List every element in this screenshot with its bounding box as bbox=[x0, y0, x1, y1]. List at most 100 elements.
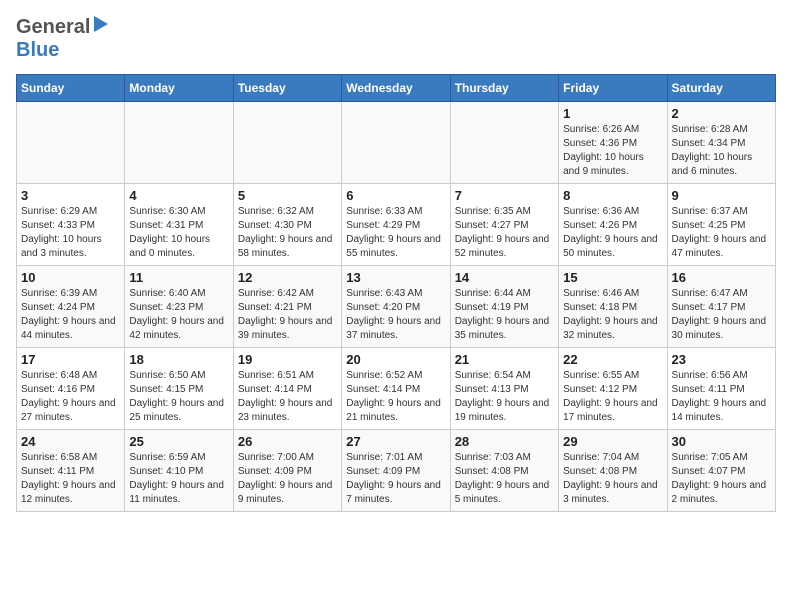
day-number: 17 bbox=[21, 352, 120, 367]
day-number: 24 bbox=[21, 434, 120, 449]
day-number: 12 bbox=[238, 270, 337, 285]
calendar-cell: 5 Sunrise: 6:32 AM Sunset: 4:30 PM Daylig… bbox=[233, 184, 341, 266]
calendar-cell: 15Sunrise: 6:46 AM Sunset: 4:18 PM Dayli… bbox=[559, 266, 667, 348]
day-info: Sunrise: 6:40 AM Sunset: 4:23 PM Dayligh… bbox=[129, 287, 228, 343]
calendar-cell: 4 Sunrise: 6:30 AM Sunset: 4:31 PM Daylig… bbox=[125, 184, 233, 266]
day-number: 26 bbox=[238, 434, 337, 449]
weekday-header-tuesday: Tuesday bbox=[233, 75, 341, 102]
day-number: 13 bbox=[346, 270, 445, 285]
calendar-cell: 29 Sunrise: 7:04 AM Sunset: 4:08 PM Dayli… bbox=[559, 430, 667, 512]
logo-triangle-icon bbox=[92, 16, 110, 34]
weekday-header-friday: Friday bbox=[559, 75, 667, 102]
day-info: Sunrise: 6:42 AM Sunset: 4:21 PM Dayligh… bbox=[238, 287, 337, 343]
day-number: 6 bbox=[346, 188, 445, 203]
day-number: 16 bbox=[672, 270, 771, 285]
calendar-cell: 21 Sunrise: 6:54 AM Sunset: 4:13 PM Dayli… bbox=[450, 348, 558, 430]
day-info: Sunrise: 7:00 AM Sunset: 4:09 PM Dayligh… bbox=[238, 451, 337, 507]
calendar-cell: 2 Sunrise: 6:28 AM Sunset: 4:34 PM Daylig… bbox=[667, 102, 775, 184]
day-number: 27 bbox=[346, 434, 445, 449]
day-number: 22 bbox=[563, 352, 662, 367]
weekday-header-row: SundayMondayTuesdayWednesdayThursdayFrid… bbox=[17, 75, 776, 102]
calendar-cell bbox=[233, 102, 341, 184]
day-info: Sunrise: 6:33 AM Sunset: 4:29 PM Dayligh… bbox=[346, 205, 445, 261]
calendar-week-4: 17Sunrise: 6:48 AM Sunset: 4:16 PM Dayli… bbox=[17, 348, 776, 430]
calendar-cell: 9 Sunrise: 6:37 AM Sunset: 4:25 PM Daylig… bbox=[667, 184, 775, 266]
calendar-cell: 22 Sunrise: 6:55 AM Sunset: 4:12 PM Dayli… bbox=[559, 348, 667, 430]
calendar-cell: 24 Sunrise: 6:58 AM Sunset: 4:11 PM Dayli… bbox=[17, 430, 125, 512]
day-number: 20 bbox=[346, 352, 445, 367]
calendar-cell: 20Sunrise: 6:52 AM Sunset: 4:14 PM Dayli… bbox=[342, 348, 450, 430]
calendar-cell: 27 Sunrise: 7:01 AM Sunset: 4:09 PM Dayli… bbox=[342, 430, 450, 512]
day-number: 23 bbox=[672, 352, 771, 367]
calendar-week-2: 3 Sunrise: 6:29 AM Sunset: 4:33 PM Daylig… bbox=[17, 184, 776, 266]
day-number: 21 bbox=[455, 352, 554, 367]
day-number: 10 bbox=[21, 270, 120, 285]
calendar-cell: 8 Sunrise: 6:36 AM Sunset: 4:26 PM Daylig… bbox=[559, 184, 667, 266]
day-number: 9 bbox=[672, 188, 771, 203]
logo-general: General bbox=[16, 16, 90, 39]
day-info: Sunrise: 7:03 AM Sunset: 4:08 PM Dayligh… bbox=[455, 451, 554, 507]
calendar-cell: 17Sunrise: 6:48 AM Sunset: 4:16 PM Dayli… bbox=[17, 348, 125, 430]
logo: General Blue bbox=[16, 16, 110, 62]
weekday-header-wednesday: Wednesday bbox=[342, 75, 450, 102]
day-info: Sunrise: 6:50 AM Sunset: 4:15 PM Dayligh… bbox=[129, 369, 228, 425]
day-info: Sunrise: 6:44 AM Sunset: 4:19 PM Dayligh… bbox=[455, 287, 554, 343]
weekday-header-saturday: Saturday bbox=[667, 75, 775, 102]
day-number: 18 bbox=[129, 352, 228, 367]
calendar-cell: 16 Sunrise: 6:47 AM Sunset: 4:17 PM Dayli… bbox=[667, 266, 775, 348]
day-info: Sunrise: 6:56 AM Sunset: 4:11 PM Dayligh… bbox=[672, 369, 771, 425]
weekday-header-monday: Monday bbox=[125, 75, 233, 102]
page-header: General Blue bbox=[16, 16, 776, 62]
day-number: 30 bbox=[672, 434, 771, 449]
day-info: Sunrise: 7:04 AM Sunset: 4:08 PM Dayligh… bbox=[563, 451, 662, 507]
calendar-week-5: 24 Sunrise: 6:58 AM Sunset: 4:11 PM Dayli… bbox=[17, 430, 776, 512]
calendar-cell bbox=[450, 102, 558, 184]
day-number: 4 bbox=[129, 188, 228, 203]
logo-blue: Blue bbox=[16, 39, 59, 61]
day-info: Sunrise: 6:59 AM Sunset: 4:10 PM Dayligh… bbox=[129, 451, 228, 507]
calendar-cell bbox=[342, 102, 450, 184]
calendar-cell: 1 Sunrise: 6:26 AM Sunset: 4:36 PM Daylig… bbox=[559, 102, 667, 184]
day-number: 25 bbox=[129, 434, 228, 449]
day-info: Sunrise: 6:37 AM Sunset: 4:25 PM Dayligh… bbox=[672, 205, 771, 261]
day-info: Sunrise: 7:01 AM Sunset: 4:09 PM Dayligh… bbox=[346, 451, 445, 507]
day-number: 29 bbox=[563, 434, 662, 449]
day-info: Sunrise: 6:46 AM Sunset: 4:18 PM Dayligh… bbox=[563, 287, 662, 343]
day-number: 5 bbox=[238, 188, 337, 203]
day-number: 1 bbox=[563, 106, 662, 121]
day-number: 11 bbox=[129, 270, 228, 285]
day-number: 28 bbox=[455, 434, 554, 449]
day-info: Sunrise: 6:32 AM Sunset: 4:30 PM Dayligh… bbox=[238, 205, 337, 261]
day-number: 8 bbox=[563, 188, 662, 203]
calendar-cell: 28 Sunrise: 7:03 AM Sunset: 4:08 PM Dayli… bbox=[450, 430, 558, 512]
day-number: 2 bbox=[672, 106, 771, 121]
day-info: Sunrise: 6:47 AM Sunset: 4:17 PM Dayligh… bbox=[672, 287, 771, 343]
day-info: Sunrise: 7:05 AM Sunset: 4:07 PM Dayligh… bbox=[672, 451, 771, 507]
day-info: Sunrise: 6:58 AM Sunset: 4:11 PM Dayligh… bbox=[21, 451, 120, 507]
day-info: Sunrise: 6:28 AM Sunset: 4:34 PM Dayligh… bbox=[672, 123, 771, 179]
day-info: Sunrise: 6:30 AM Sunset: 4:31 PM Dayligh… bbox=[129, 205, 228, 261]
day-info: Sunrise: 6:51 AM Sunset: 4:14 PM Dayligh… bbox=[238, 369, 337, 425]
day-info: Sunrise: 6:55 AM Sunset: 4:12 PM Dayligh… bbox=[563, 369, 662, 425]
day-number: 19 bbox=[238, 352, 337, 367]
calendar-cell: 25 Sunrise: 6:59 AM Sunset: 4:10 PM Dayli… bbox=[125, 430, 233, 512]
day-info: Sunrise: 6:29 AM Sunset: 4:33 PM Dayligh… bbox=[21, 205, 120, 261]
calendar-cell: 18 Sunrise: 6:50 AM Sunset: 4:15 PM Dayli… bbox=[125, 348, 233, 430]
day-info: Sunrise: 6:36 AM Sunset: 4:26 PM Dayligh… bbox=[563, 205, 662, 261]
calendar-cell: 7 Sunrise: 6:35 AM Sunset: 4:27 PM Daylig… bbox=[450, 184, 558, 266]
calendar-cell bbox=[17, 102, 125, 184]
day-info: Sunrise: 6:26 AM Sunset: 4:36 PM Dayligh… bbox=[563, 123, 662, 179]
calendar-cell: 14 Sunrise: 6:44 AM Sunset: 4:19 PM Dayli… bbox=[450, 266, 558, 348]
calendar-cell: 11 Sunrise: 6:40 AM Sunset: 4:23 PM Dayli… bbox=[125, 266, 233, 348]
day-number: 14 bbox=[455, 270, 554, 285]
day-number: 7 bbox=[455, 188, 554, 203]
calendar-cell bbox=[125, 102, 233, 184]
day-number: 3 bbox=[21, 188, 120, 203]
weekday-header-sunday: Sunday bbox=[17, 75, 125, 102]
day-info: Sunrise: 6:54 AM Sunset: 4:13 PM Dayligh… bbox=[455, 369, 554, 425]
day-info: Sunrise: 6:35 AM Sunset: 4:27 PM Dayligh… bbox=[455, 205, 554, 261]
calendar-week-1: 1 Sunrise: 6:26 AM Sunset: 4:36 PM Daylig… bbox=[17, 102, 776, 184]
day-info: Sunrise: 6:39 AM Sunset: 4:24 PM Dayligh… bbox=[21, 287, 120, 343]
calendar-cell: 13Sunrise: 6:43 AM Sunset: 4:20 PM Dayli… bbox=[342, 266, 450, 348]
calendar-header: SundayMondayTuesdayWednesdayThursdayFrid… bbox=[17, 75, 776, 102]
